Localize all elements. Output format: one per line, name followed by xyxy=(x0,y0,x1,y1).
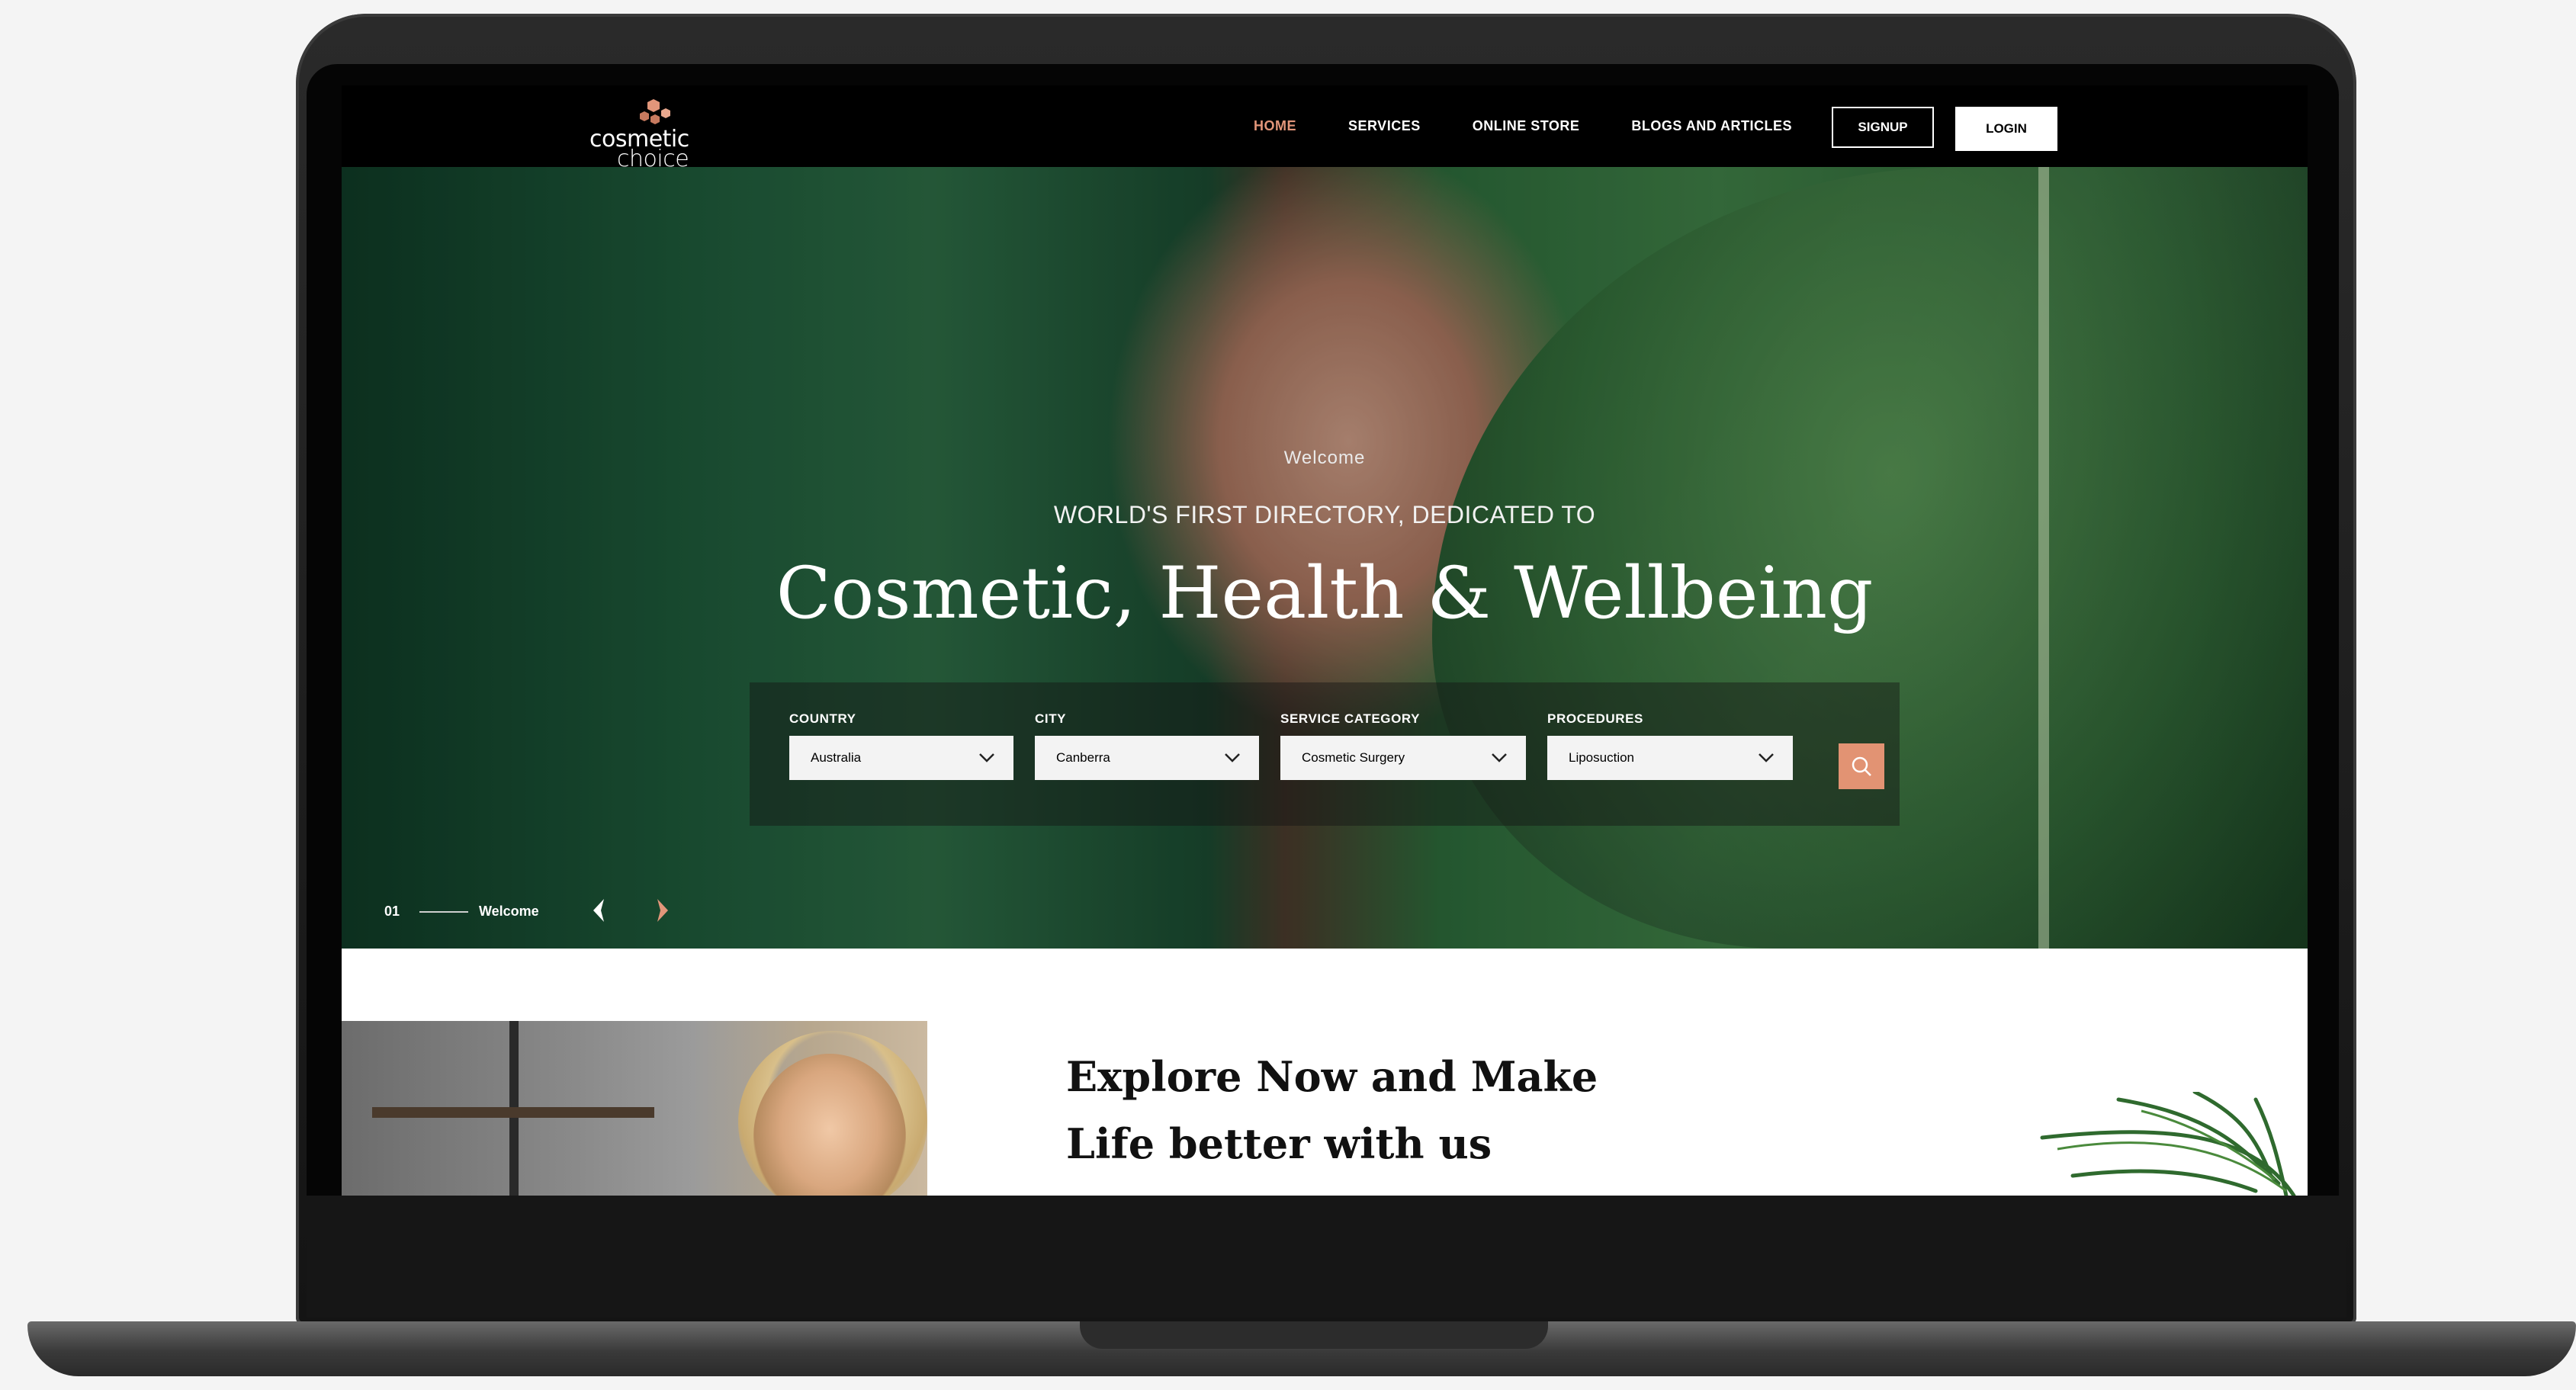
photo-shelf xyxy=(372,1107,654,1118)
signup-button[interactable]: SIGNUP xyxy=(1832,107,1934,148)
slide-label: Welcome xyxy=(479,904,539,919)
nav-item-online-store[interactable]: ONLINE STORE xyxy=(1473,118,1580,134)
procedures-select[interactable]: Liposuction xyxy=(1547,736,1793,780)
service-category-value: Cosmetic Surgery xyxy=(1302,750,1405,765)
hero-welcome-text: Welcome xyxy=(1283,448,1366,468)
slide-index: 01 xyxy=(384,904,400,919)
procedures-value: Liposuction xyxy=(1569,750,1635,765)
hero-subtitle: WORLD'S FIRST DIRECTORY, DEDICATED TO xyxy=(1053,501,1596,528)
city-value: Canberra xyxy=(1056,750,1110,765)
city-select[interactable]: Canberra xyxy=(1035,736,1259,780)
service-category-field: SERVICE CATEGORY Cosmetic Surgery xyxy=(1280,710,1526,780)
laptop-chin xyxy=(307,1196,2346,1318)
chevron-down-icon xyxy=(979,753,994,762)
laptop-notch xyxy=(1080,1321,1548,1349)
explore-heading-line1: Explore Now and Make xyxy=(1066,1052,1598,1101)
country-field: COUNTRY Australia xyxy=(789,710,1013,780)
palm-leaf-decoration xyxy=(2040,1092,2296,1196)
logo-wordmark: cosmetic choice xyxy=(589,128,689,171)
chevron-down-icon xyxy=(1759,753,1774,762)
hexagon-logo-icon xyxy=(640,99,670,124)
explore-heading-line2: Life better with us xyxy=(1066,1119,1492,1168)
chevron-left-icon[interactable] xyxy=(590,897,605,923)
chevron-right-icon[interactable] xyxy=(656,897,671,923)
country-select[interactable]: Australia xyxy=(789,736,1013,780)
procedures-field: PROCEDURES Liposuction xyxy=(1547,710,1793,780)
search-panel: COUNTRY Australia CITY Canberra SERVICE … xyxy=(750,682,1900,826)
service-category-select[interactable]: Cosmetic Surgery xyxy=(1280,736,1526,780)
chevron-down-icon xyxy=(1492,753,1507,762)
website-screen: cosmetic choice HOME SERVICES ONLINE STO… xyxy=(342,85,2308,1196)
city-field: CITY Canberra xyxy=(1035,710,1259,780)
brand-logo[interactable]: cosmetic choice xyxy=(589,98,696,171)
nav-item-services[interactable]: SERVICES xyxy=(1348,118,1421,134)
search-button[interactable] xyxy=(1839,743,1884,789)
nav-item-home[interactable]: HOME xyxy=(1254,118,1296,134)
hero-title: Cosmetic, Health & Wellbeing xyxy=(776,552,1874,635)
nav-links: HOME SERVICES ONLINE STORE BLOGS AND ART… xyxy=(1254,85,1844,167)
procedures-label: PROCEDURES xyxy=(1547,711,1643,726)
city-label: CITY xyxy=(1035,711,1067,726)
explore-heading: Explore Now and Make Life better with us xyxy=(1066,1043,1752,1177)
slide-divider xyxy=(419,911,468,913)
search-icon xyxy=(1852,756,1871,776)
chevron-down-icon xyxy=(1225,753,1240,762)
hero-banner: Welcome WORLD'S FIRST DIRECTORY, DEDICAT… xyxy=(342,167,2308,949)
login-button[interactable]: LOGIN xyxy=(1955,107,2057,151)
top-navbar: cosmetic choice HOME SERVICES ONLINE STO… xyxy=(342,85,2308,171)
service-category-label: SERVICE CATEGORY xyxy=(1280,711,1421,726)
nav-item-blogs-articles[interactable]: BLOGS AND ARTICLES xyxy=(1631,118,1792,134)
country-label: COUNTRY xyxy=(789,711,856,726)
country-value: Australia xyxy=(811,750,862,765)
